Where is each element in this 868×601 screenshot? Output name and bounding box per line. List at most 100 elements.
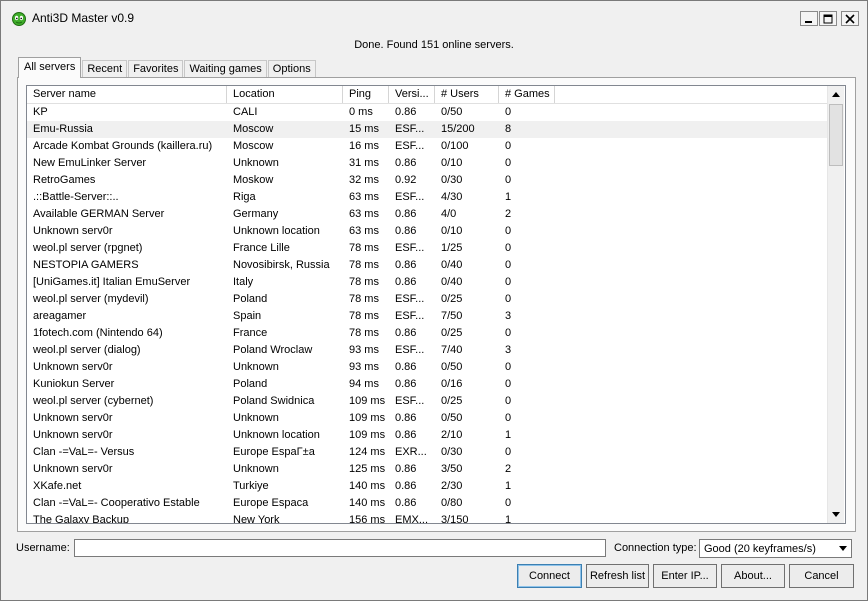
cell-games: 0	[505, 378, 512, 390]
cell-users: 0/30	[441, 446, 463, 458]
cell-version: ESF...	[395, 191, 425, 203]
title-bar[interactable]: Anti3D Master v0.9	[1, 1, 867, 35]
column-header-location[interactable]: Location	[227, 86, 343, 103]
cell-version: 0.92	[395, 174, 417, 186]
cell-version: 0.86	[395, 106, 417, 118]
table-row[interactable]: areagamer Spain 78 ms ESF... 7/50 3	[27, 308, 827, 325]
cell-server-name: Unknown serv0r	[33, 429, 113, 441]
scroll-up-icon[interactable]	[828, 86, 844, 103]
column-header-users[interactable]: # Users	[435, 86, 499, 103]
cell-location: Moscow	[233, 123, 274, 135]
table-row[interactable]: Available GERMAN Server Germany 63 ms 0.86 4…	[27, 206, 827, 223]
tab-recent[interactable]: Recent	[82, 60, 128, 78]
cell-location: Poland Swidnica	[233, 395, 315, 407]
vertical-scrollbar[interactable]	[827, 86, 844, 523]
connection-type-select[interactable]: Good (20 keyframes/s)	[699, 539, 852, 558]
cell-version: 0.86	[395, 276, 417, 288]
username-input[interactable]	[74, 539, 606, 557]
cell-server-name: Kuniokun Server	[33, 378, 115, 390]
cell-games: 0	[505, 395, 512, 407]
column-header-ping[interactable]: Ping	[343, 86, 389, 103]
about-button[interactable]: About...	[721, 564, 785, 588]
cell-server-name: Unknown serv0r	[33, 412, 113, 424]
refresh-list-button[interactable]: Refresh list	[586, 564, 649, 588]
table-row[interactable]: Unknown serv0r Unknown location 109 ms 0.86…	[27, 427, 827, 444]
cell-server-name: KP	[33, 106, 48, 118]
column-header-games[interactable]: # Games	[499, 86, 555, 103]
table-row[interactable]: KP CALI 0 ms 0.86 0/50 0	[27, 104, 827, 121]
table-row[interactable]: The Galaxy Backup New York 156 ms EMX... 3/1…	[27, 512, 827, 524]
cell-location: Unknown	[233, 412, 279, 424]
table-row[interactable]: Kuniokun Server Poland 94 ms 0.86 0/16 0	[27, 376, 827, 393]
status-text: Done. Found 151 online servers.	[354, 39, 514, 51]
chevron-down-icon[interactable]	[835, 540, 851, 557]
maximize-icon[interactable]	[819, 11, 837, 26]
cell-location: Europe Espaca	[233, 497, 309, 509]
cell-games: 0	[505, 242, 512, 254]
table-row[interactable]: weol.pl server (dialog) Poland Wroclaw 93 …	[27, 342, 827, 359]
cell-location: Unknown	[233, 463, 279, 475]
table-row[interactable]: weol.pl server (cybernet) Poland Swidnica…	[27, 393, 827, 410]
cell-ping: 31 ms	[349, 157, 379, 169]
cell-version: 0.86	[395, 259, 417, 271]
scrollbar-thumb[interactable]	[829, 104, 843, 166]
cell-games: 0	[505, 225, 512, 237]
cell-server-name: Clan -=VaL=- Cooperativo Estable	[33, 497, 200, 509]
cell-version: 0.86	[395, 225, 417, 237]
cell-ping: 109 ms	[349, 429, 386, 441]
cell-games: 1	[505, 480, 512, 492]
table-row[interactable]: NESTOPIA GAMERS Novosibirsk, Russia 78 ms 0…	[27, 257, 827, 274]
cell-ping: 94 ms	[349, 378, 379, 390]
cancel-button[interactable]: Cancel	[789, 564, 854, 588]
connect-button[interactable]: Connect	[517, 564, 582, 588]
table-row[interactable]: .::Battle-Server::.. Riga 63 ms ESF... 4/30 1	[27, 189, 827, 206]
cell-server-name: Unknown serv0r	[33, 225, 113, 237]
cell-version: ESF...	[395, 293, 425, 305]
table-row[interactable]: weol.pl server (mydevil) Poland 78 ms ESF..…	[27, 291, 827, 308]
tab-all-servers[interactable]: All servers	[18, 57, 82, 78]
table-row[interactable]: 1fotech.com (Nintendo 64) France 78 ms 0.86…	[27, 325, 827, 342]
minimize-icon[interactable]	[800, 11, 818, 26]
table-row[interactable]: Unknown serv0r Unknown location 63 ms 0.86 0…	[27, 223, 827, 240]
table-row[interactable]: weol.pl server (rpgnet) France Lille 78 ms…	[27, 240, 827, 257]
cell-version: ESF...	[395, 140, 425, 152]
table-row[interactable]: XKafe.net Turkiye 140 ms 0.86 2/30 1	[27, 478, 827, 495]
cell-users: 3/50	[441, 463, 463, 475]
tab-options[interactable]: Options	[267, 60, 316, 78]
column-header-version[interactable]: Versi...	[389, 86, 435, 103]
tab-favorites[interactable]: Favorites	[128, 60, 184, 78]
table-row[interactable]: Unknown serv0r Unknown 93 ms 0.86 0/50 0	[27, 359, 827, 376]
cell-games: 1	[505, 429, 512, 441]
table-row[interactable]: New EmuLinker Server Unknown 31 ms 0.86 0/10…	[27, 155, 827, 172]
cell-games: 0	[505, 157, 512, 169]
cell-users: 0/16	[441, 378, 463, 390]
scroll-down-icon[interactable]	[828, 506, 844, 523]
table-row[interactable]: Unknown serv0r Unknown 125 ms 0.86 3/50 2	[27, 461, 827, 478]
cell-games: 3	[505, 344, 512, 356]
close-icon[interactable]	[841, 11, 859, 26]
table-row[interactable]: Unknown serv0r Unknown 109 ms 0.86 0/50 0	[27, 410, 827, 427]
server-list[interactable]: Server name Location Ping Versi... # Use…	[26, 85, 846, 524]
cell-games: 3	[505, 310, 512, 322]
table-row[interactable]: Arcade Kombat Grounds (kaillera.ru) Mosco…	[27, 138, 827, 155]
cell-games: 2	[505, 463, 512, 475]
cell-ping: 78 ms	[349, 276, 379, 288]
cell-version: 0.86	[395, 429, 417, 441]
table-row[interactable]: [UniGames.it] Italian EmuServer Italy 78 m…	[27, 274, 827, 291]
connection-type-label: Connection type:	[614, 542, 697, 554]
cell-users: 0/25	[441, 293, 463, 305]
table-row[interactable]: Clan -=VaL=- Cooperativo Estable Europe E…	[27, 495, 827, 512]
cell-ping: 156 ms	[349, 514, 386, 524]
enter-ip-button[interactable]: Enter IP...	[653, 564, 717, 588]
cell-users: 2/30	[441, 480, 463, 492]
cell-location: Riga	[233, 191, 256, 203]
cell-users: 0/80	[441, 497, 463, 509]
column-header-server-name[interactable]: Server name	[27, 86, 227, 103]
cell-ping: 109 ms	[349, 412, 386, 424]
cell-server-name: weol.pl server (cybernet)	[33, 395, 154, 407]
tab-waiting-games[interactable]: Waiting games	[184, 60, 267, 78]
table-row[interactable]: Emu-Russia Moscow 15 ms ESF... 15/200 8	[27, 121, 827, 138]
table-row[interactable]: Clan -=VaL=- Versus Europe EspaΓ±a 124 ms E…	[27, 444, 827, 461]
cell-games: 0	[505, 327, 512, 339]
table-row[interactable]: RetroGames Moskow 32 ms 0.92 0/30 0	[27, 172, 827, 189]
